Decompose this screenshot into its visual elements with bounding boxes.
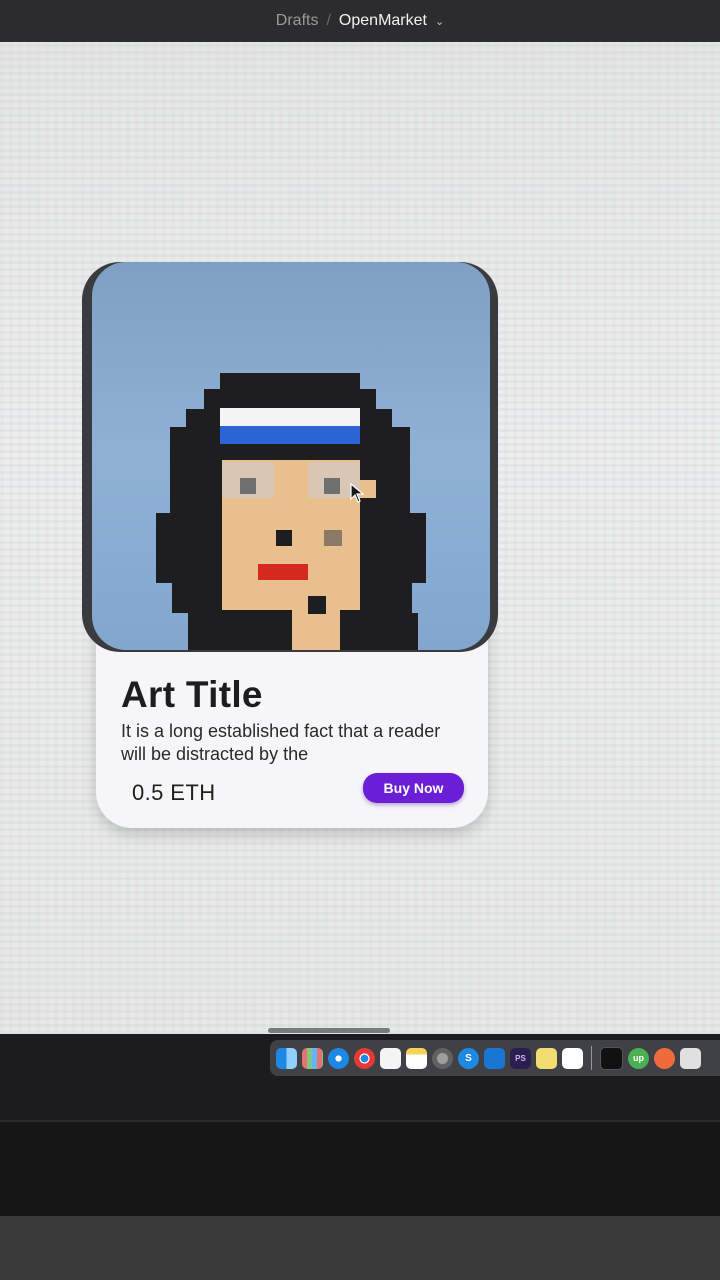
postman-icon[interactable] — [654, 1047, 675, 1069]
macos-dock: S PS up — [270, 1040, 720, 1076]
safari-icon[interactable] — [328, 1047, 349, 1069]
vscode-icon[interactable] — [484, 1047, 505, 1069]
slack-icon[interactable] — [562, 1047, 583, 1069]
reminders-icon[interactable] — [380, 1047, 401, 1069]
breadcrumb-drafts[interactable]: Drafts — [276, 12, 319, 30]
art-description: It is a long established fact that a rea… — [121, 721, 441, 764]
textedit-icon[interactable] — [680, 1047, 701, 1069]
buy-now-button[interactable]: Buy Now — [363, 773, 464, 803]
stickies-icon[interactable] — [536, 1047, 557, 1069]
breadcrumb-separator: / — [326, 12, 331, 29]
skype-icon[interactable]: S — [458, 1047, 479, 1069]
top-bar: Drafts / OpenMarket ⌄ — [0, 0, 720, 42]
photoshop-icon[interactable]: PS — [510, 1047, 531, 1069]
laptop-bezel — [0, 1120, 720, 1216]
art-title: Art Title — [121, 674, 263, 715]
chevron-down-icon[interactable]: ⌄ — [435, 15, 444, 28]
chrome-icon[interactable] — [354, 1047, 375, 1069]
pixel-art-svg — [156, 373, 426, 650]
desk-surface — [0, 1216, 720, 1280]
horizontal-scroll-handle[interactable] — [268, 1028, 390, 1033]
pixel-art-portrait — [92, 262, 490, 650]
terminal-icon[interactable] — [600, 1046, 623, 1070]
breadcrumb-current-file[interactable]: OpenMarket — [339, 12, 427, 30]
finder-icon[interactable] — [276, 1047, 297, 1069]
dock-divider — [591, 1046, 592, 1070]
bezel-edge — [0, 1120, 720, 1122]
system-preferences-icon[interactable] — [432, 1047, 453, 1069]
mouse-cursor-icon — [350, 482, 366, 508]
upwork-icon[interactable]: up — [628, 1047, 649, 1069]
price-label: 0.5 ETH — [132, 780, 216, 805]
notes-icon[interactable] — [406, 1047, 427, 1069]
art-image-frame — [82, 262, 498, 652]
launchpad-icon[interactable] — [302, 1047, 323, 1069]
